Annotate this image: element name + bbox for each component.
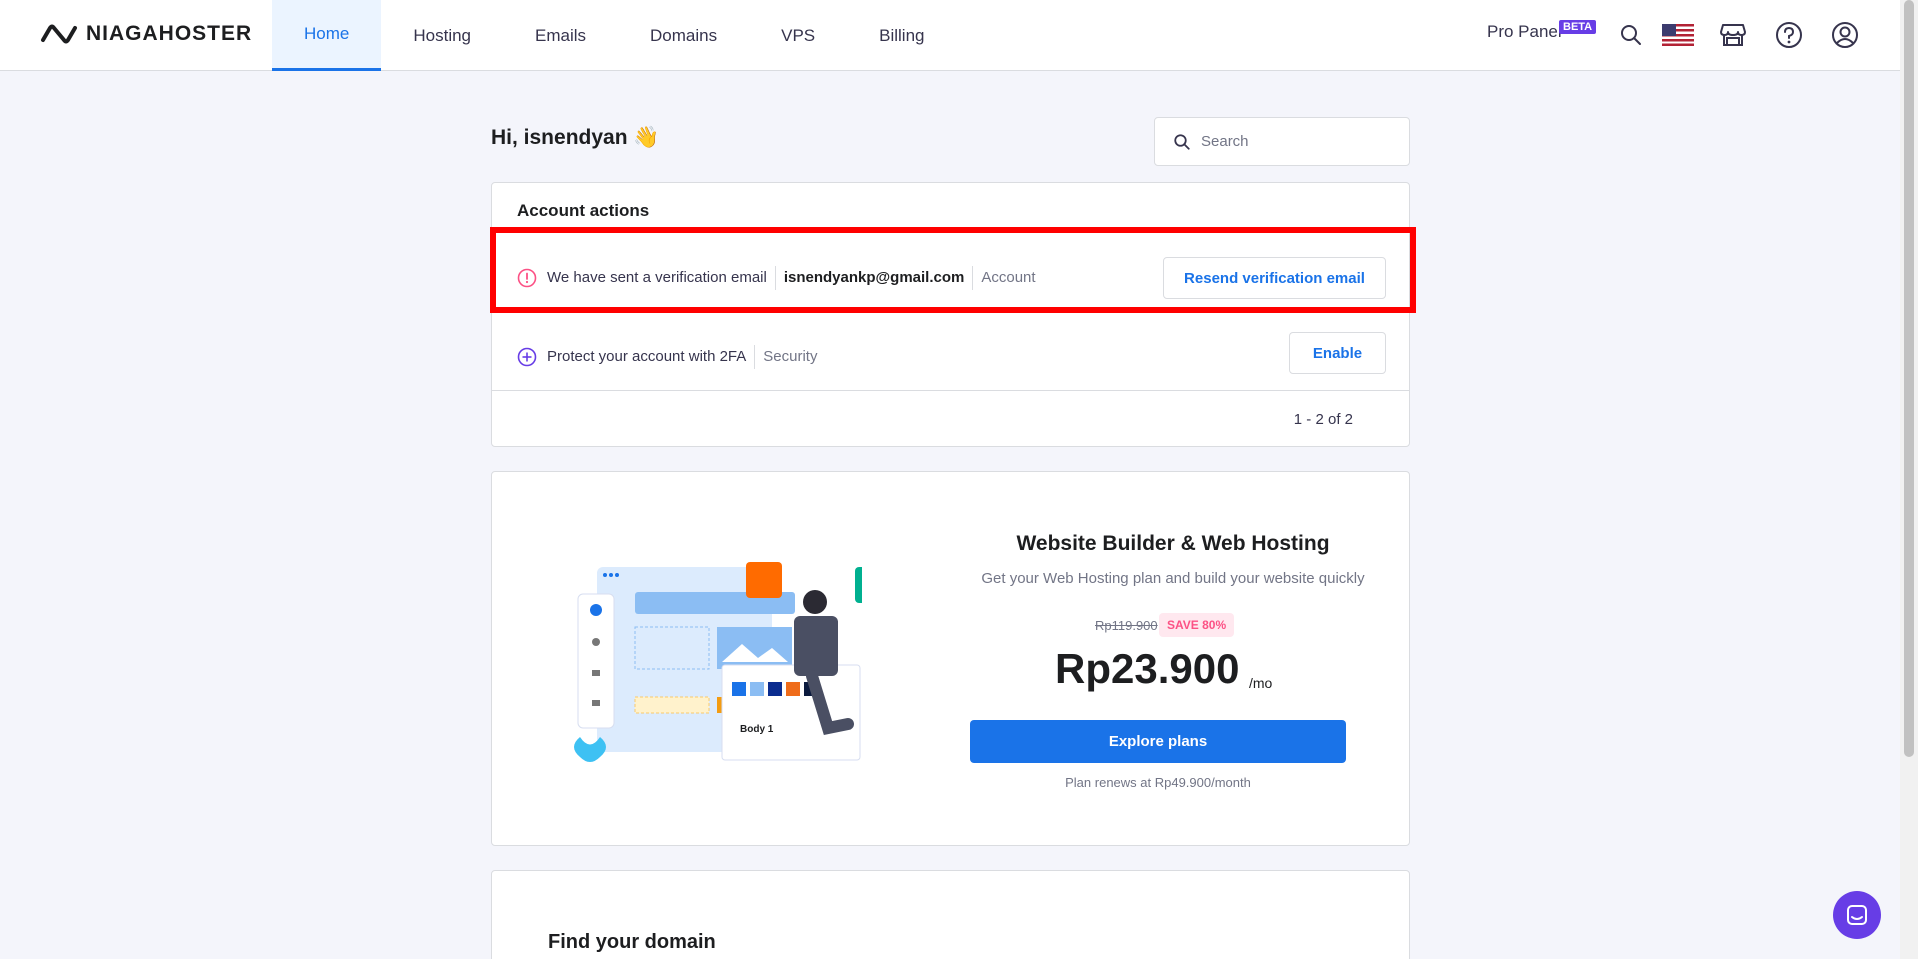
greeting-heading: Hi, isnendyan 👋	[491, 126, 660, 149]
website-builder-illustration: Body 1	[574, 562, 862, 762]
old-price: Rp119.900	[1095, 618, 1158, 633]
chat-icon	[1847, 905, 1867, 925]
enable-2fa-button[interactable]: Enable	[1289, 332, 1386, 374]
main-nav: Home Hosting Emails Domains VPS Billing	[272, 0, 957, 71]
two-factor-row: Protect your account with 2FA Security E…	[492, 323, 1409, 391]
nav-emails[interactable]: Emails	[503, 0, 618, 71]
beta-badge: BETA	[1559, 20, 1597, 34]
store-icon[interactable]	[1718, 20, 1748, 50]
plus-circle-icon	[517, 347, 537, 366]
nav-vps[interactable]: VPS	[749, 0, 847, 71]
chat-button[interactable]	[1833, 891, 1881, 939]
account-actions-card: Account actions We have sent a verificat…	[491, 182, 1410, 447]
promo-price: Rp23.900	[1055, 645, 1240, 692]
flag-us-icon[interactable]	[1661, 20, 1695, 50]
logo-icon	[41, 24, 77, 44]
save-badge: SAVE 80%	[1159, 613, 1235, 637]
niagahoster-logo[interactable]: NIAGAHOSTER	[40, 22, 252, 46]
pagination-text: 1 - 2 of 2	[1293, 411, 1353, 428]
nav-home[interactable]: Home	[272, 0, 382, 71]
find-domain-title: Find your domain	[548, 931, 716, 953]
svg-text:Body 1: Body 1	[740, 724, 774, 735]
brand-name: NIAGAHOSTER	[86, 22, 253, 45]
promo-subtitle: Get your Web Hosting plan and build your…	[981, 570, 1365, 587]
search-box[interactable]	[1154, 117, 1410, 166]
scrollbar-thumb[interactable]	[1904, 0, 1914, 757]
two-factor-text: Protect your account with 2FA	[547, 348, 747, 365]
search-input[interactable]	[1201, 133, 1391, 150]
highlight-box	[490, 227, 1416, 313]
find-domain-card: Find your domain	[491, 870, 1410, 959]
promo-card: Body 1 Website Builder & Web Hosting Get…	[491, 471, 1410, 846]
account-icon[interactable]	[1830, 20, 1860, 50]
price-period: /mo	[1249, 675, 1273, 691]
nav-domains[interactable]: Domains	[618, 0, 749, 71]
divider	[754, 344, 756, 369]
top-bar: NIAGAHOSTER Home Hosting Emails Domains …	[0, 0, 1900, 71]
two-factor-category: Security	[763, 348, 818, 365]
search-icon[interactable]	[1616, 20, 1646, 50]
search-icon	[1174, 133, 1190, 150]
explore-plans-button[interactable]: Explore plans	[970, 720, 1346, 763]
nav-hosting[interactable]: Hosting	[381, 0, 503, 71]
pro-panel-link[interactable]: Pro Panel	[1487, 22, 1562, 42]
promo-title: Website Builder & Web Hosting	[1016, 532, 1330, 555]
renew-note: Plan renews at Rp49.900/month	[1065, 775, 1251, 790]
help-icon[interactable]	[1774, 20, 1804, 50]
account-actions-title: Account actions	[517, 201, 650, 220]
nav-billing[interactable]: Billing	[847, 0, 956, 71]
